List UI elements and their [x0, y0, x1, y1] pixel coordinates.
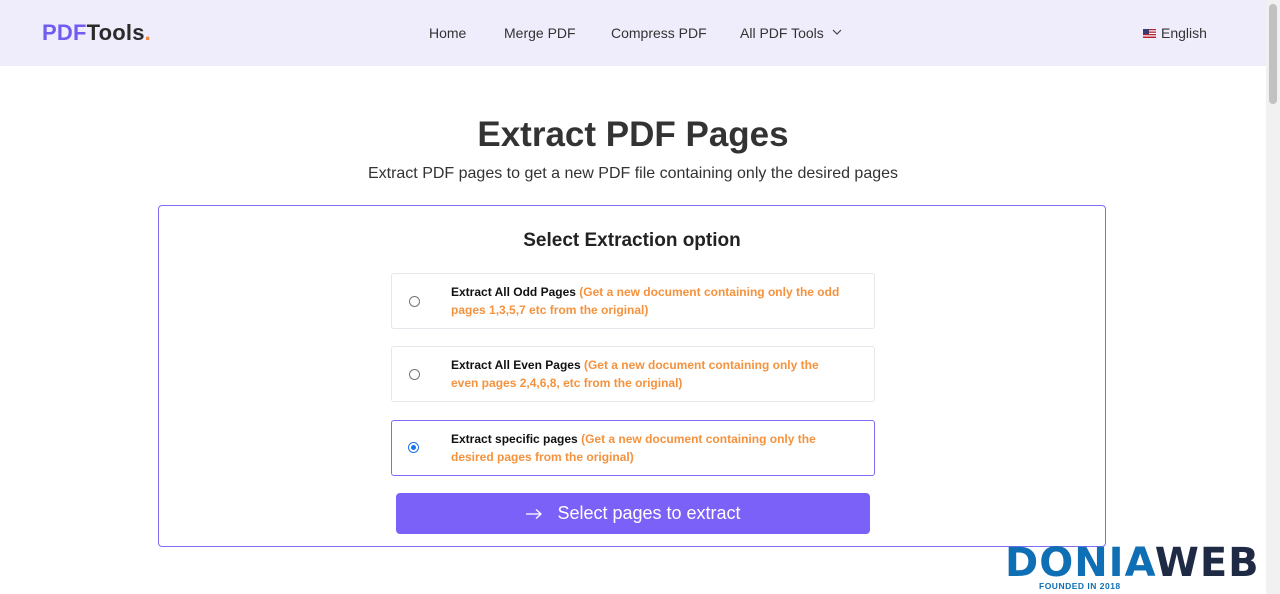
- watermark-text-a: DONIA: [1005, 540, 1155, 586]
- nav-merge-pdf-link[interactable]: Merge PDF: [504, 25, 576, 41]
- top-navbar: PDFTools. Home Merge PDF Compress PDF Al…: [0, 0, 1266, 66]
- nav-all-pdf-tools-dropdown[interactable]: All PDF Tools: [740, 25, 824, 41]
- doniaweb-watermark: DONIAWEB FOUNDED IN 2018: [1005, 540, 1275, 594]
- page-title: Extract PDF Pages: [477, 115, 789, 154]
- language-label: English: [1161, 25, 1207, 41]
- chevron-down-icon[interactable]: [832, 27, 842, 37]
- page-scrollbar[interactable]: [1266, 0, 1280, 594]
- option-label: Extract specific pages: [451, 432, 578, 446]
- select-pages-button-label: Select pages to extract: [557, 503, 741, 523]
- extraction-options-panel: Select Extraction option Extract All Odd…: [158, 205, 1106, 547]
- option-extract-specific-pages[interactable]: Extract specific pages (Get a new docume…: [391, 420, 875, 476]
- option-label: Extract All Odd Pages: [451, 285, 576, 299]
- option-text: Extract All Odd Pages (Get a new documen…: [451, 283, 841, 319]
- language-selector[interactable]: English: [1143, 25, 1207, 41]
- option-text: Extract All Even Pages (Get a new docume…: [451, 356, 841, 392]
- watermark-logo: DONIAWEB: [1005, 540, 1260, 586]
- us-flag-icon: [1143, 28, 1156, 38]
- nav-compress-pdf-link[interactable]: Compress PDF: [611, 25, 707, 41]
- option-label: Extract All Even Pages: [451, 358, 581, 372]
- main-nav: Home Merge PDF Compress PDF All PDF Tool…: [0, 25, 1266, 43]
- watermark-tagline: FOUNDED IN 2018: [1039, 581, 1121, 591]
- scrollbar-thumb[interactable]: [1269, 4, 1277, 104]
- page-subtitle: Extract PDF pages to get a new PDF file …: [367, 165, 899, 182]
- arrow-right-icon: [526, 508, 543, 519]
- option-text: Extract specific pages (Get a new docume…: [451, 430, 841, 466]
- radio-specific-pages[interactable]: [408, 442, 419, 453]
- watermark-text-b: WEB: [1154, 540, 1260, 586]
- option-extract-odd-pages[interactable]: Extract All Odd Pages (Get a new documen…: [391, 273, 875, 329]
- select-pages-button[interactable]: Select pages to extract: [396, 493, 870, 534]
- radio-odd-pages[interactable]: [409, 296, 420, 307]
- panel-title: Select Extraction option: [523, 230, 741, 251]
- radio-even-pages[interactable]: [409, 369, 420, 380]
- nav-home-link[interactable]: Home: [429, 25, 466, 41]
- option-extract-even-pages[interactable]: Extract All Even Pages (Get a new docume…: [391, 346, 875, 402]
